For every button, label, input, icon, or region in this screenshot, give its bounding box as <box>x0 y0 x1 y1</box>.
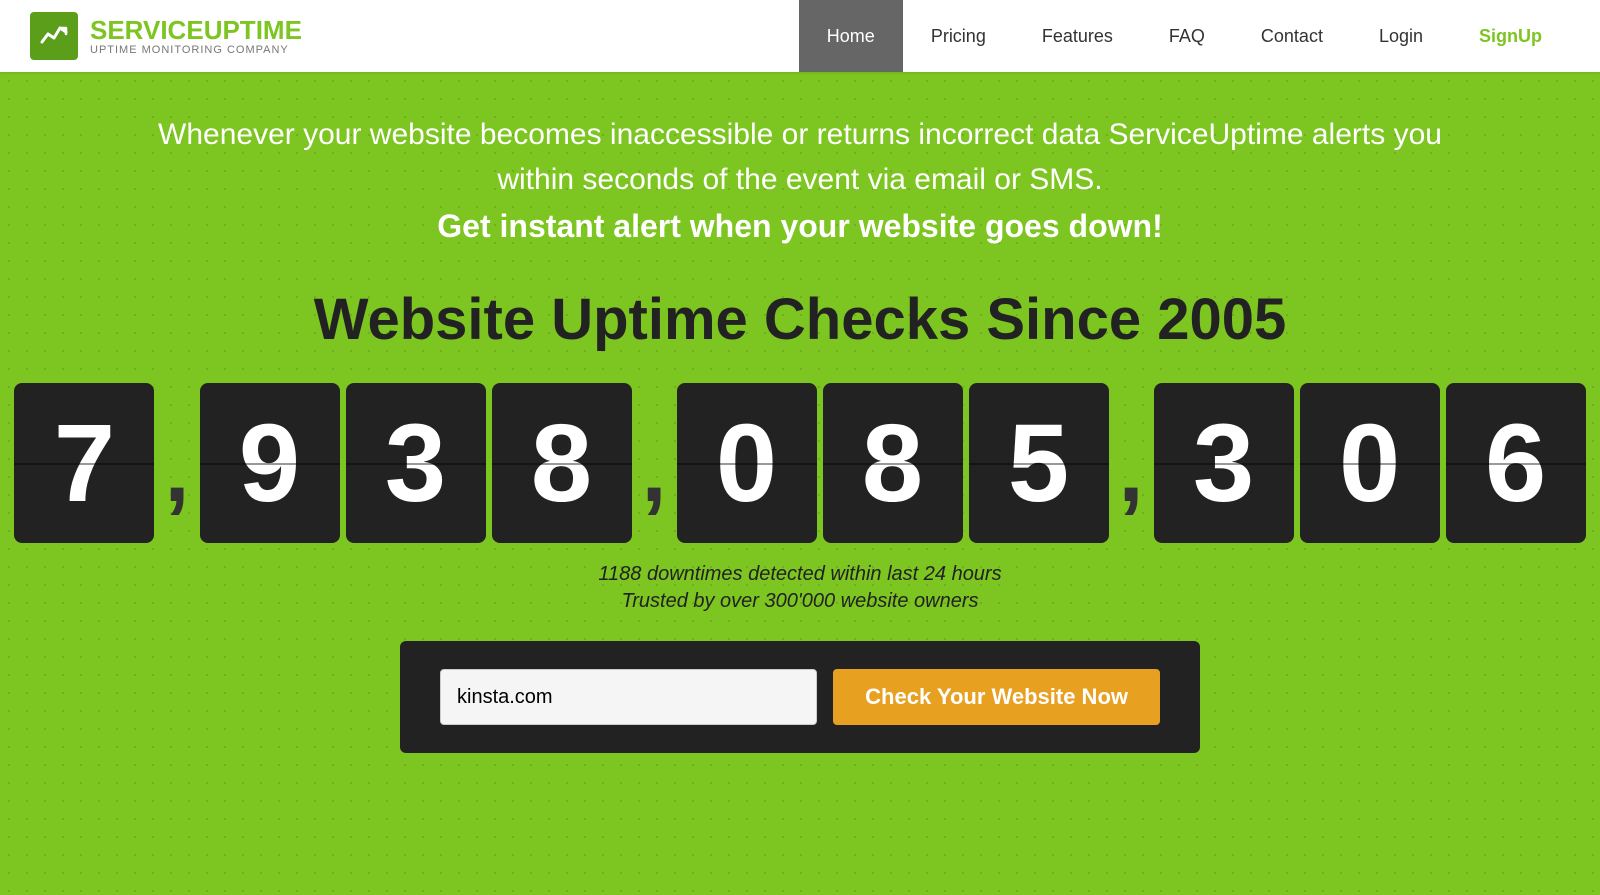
website-check-box: Check Your Website Now <box>400 641 1200 753</box>
hero-section: Whenever your website becomes inaccessib… <box>0 72 1600 895</box>
website-input[interactable] <box>440 669 817 725</box>
digit-10: 6 <box>1446 383 1586 543</box>
tagline-line2: within seconds of the event via email or… <box>497 163 1102 196</box>
nav-home[interactable]: Home <box>799 0 903 72</box>
logo-prefix: SERVICE <box>90 15 204 45</box>
digit-7: 5 <box>969 383 1109 543</box>
digit-5: 0 <box>677 383 817 543</box>
digit-6: 8 <box>823 383 963 543</box>
comma-2: , <box>642 420 667 543</box>
nav-signup[interactable]: SignUp <box>1451 0 1570 72</box>
nav-contact[interactable]: Contact <box>1233 0 1351 72</box>
tagline-line1: Whenever your website becomes inaccessib… <box>158 118 1442 151</box>
counter-stats: 1188 downtimes detected within last 24 h… <box>598 563 1001 617</box>
hero-title: Website Uptime Checks Since 2005 <box>314 286 1286 353</box>
nav-faq[interactable]: FAQ <box>1141 0 1233 72</box>
digit-8: 3 <box>1154 383 1294 543</box>
comma-3: , <box>1119 420 1144 543</box>
digit-4: 8 <box>492 383 632 543</box>
nav-login[interactable]: Login <box>1351 0 1451 72</box>
logo-tagline: UPTIME MONITORING COMPANY <box>90 44 302 56</box>
comma-1: , <box>164 420 189 543</box>
navigation: Home Pricing Features FAQ Contact Login … <box>799 0 1570 72</box>
nav-features[interactable]: Features <box>1014 0 1141 72</box>
trusted-stat: Trusted by over 300'000 website owners <box>598 590 1001 613</box>
header: SERVICEUPTIME UPTIME MONITORING COMPANY … <box>0 0 1600 72</box>
logo-name: SERVICEUPTIME <box>90 16 302 45</box>
digit-9: 0 <box>1300 383 1440 543</box>
hero-tagline: Whenever your website becomes inaccessib… <box>158 112 1442 250</box>
digit-2: 9 <box>200 383 340 543</box>
logo: SERVICEUPTIME UPTIME MONITORING COMPANY <box>30 12 302 60</box>
check-website-button[interactable]: Check Your Website Now <box>833 669 1160 725</box>
nav-pricing[interactable]: Pricing <box>903 0 1014 72</box>
logo-icon <box>30 12 78 60</box>
digit-1: 7 <box>14 383 154 543</box>
downtime-stat: 1188 downtimes detected within last 24 h… <box>598 563 1001 586</box>
logo-text: SERVICEUPTIME UPTIME MONITORING COMPANY <box>90 16 302 57</box>
tagline-bold: Get instant alert when your website goes… <box>437 208 1162 244</box>
uptime-counter: 7 , 9 3 8 , 0 8 5 , 3 0 6 <box>14 383 1585 543</box>
digit-3: 3 <box>346 383 486 543</box>
logo-suffix: UPTIME <box>204 15 302 45</box>
